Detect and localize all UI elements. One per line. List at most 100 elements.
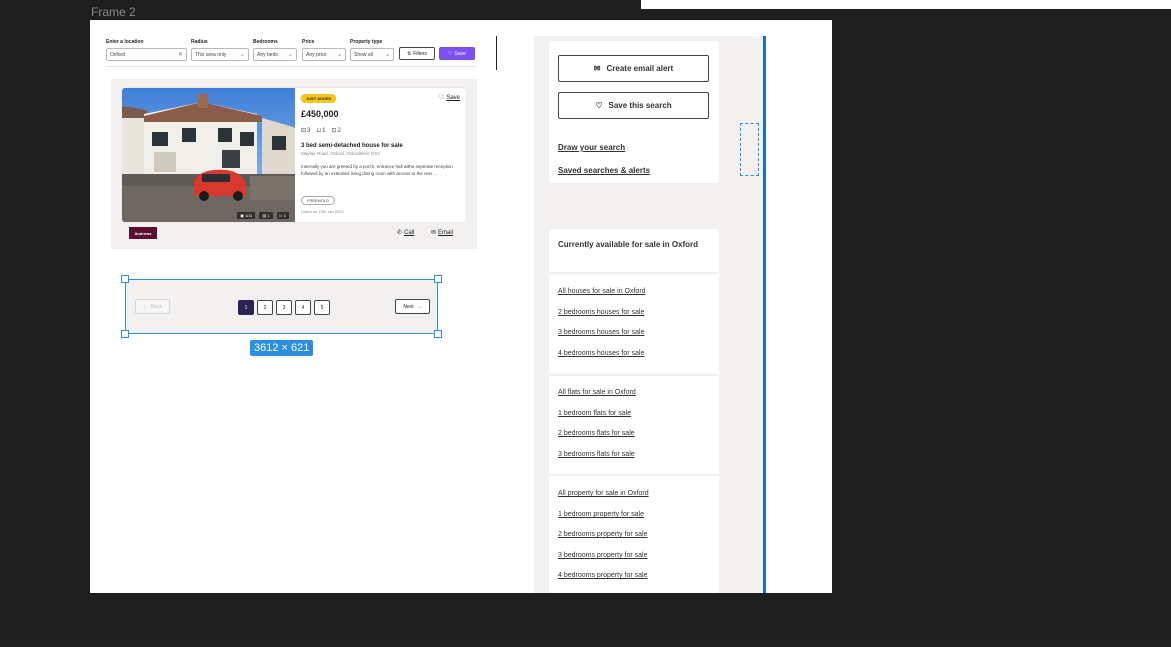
property-type-value: Show all [354, 51, 373, 58]
bedrooms-select[interactable]: Bedrooms Any beds ⌄ [253, 39, 297, 61]
save-this-search-button[interactable]: ♡ Save this search [558, 92, 709, 119]
save-search-label: Save this search [608, 101, 672, 110]
email-label: Email [438, 229, 454, 236]
just-added-badge: JUST ADDED [301, 94, 337, 103]
selection-box [125, 279, 438, 334]
photos-count: 1/11 [244, 213, 253, 218]
filters-label: Filters [413, 50, 427, 57]
baths-count: 1 [322, 127, 326, 134]
alerts-card: ✉ Create email alert ♡ Save this search … [549, 41, 719, 183]
houses-link-3bed[interactable]: 3 bedrooms houses for sale [558, 329, 644, 336]
flats-link-2bed[interactable]: 2 bedrooms flats for sale [558, 430, 635, 437]
listing-description: Internally you are greeted by a porch, e… [301, 164, 453, 176]
houses-link-4bed[interactable]: 4 bedrooms houses for sale [558, 350, 644, 357]
resize-handle-top-left[interactable] [121, 275, 129, 283]
create-email-alert-button[interactable]: ✉ Create email alert [558, 55, 709, 82]
floorplan-badge[interactable]: ▤ 1 [259, 212, 273, 219]
divider [106, 66, 476, 67]
section-divider [549, 374, 719, 376]
available-heading: Currently available for sale in Oxford [558, 240, 699, 249]
flats-link-3bed[interactable]: 3 bedrooms flats for sale [558, 451, 635, 458]
resize-handle-bottom-right[interactable] [434, 330, 442, 338]
property-card[interactable]: ▣ 1/11 ▤ 1 ▷ 1 JUST ADDED ♡ Save £450,00… [122, 88, 466, 222]
frame-label[interactable]: Frame 2 [91, 5, 136, 19]
property-link-2bed[interactable]: 2 bedrooms property for sale [558, 531, 648, 538]
photos-count-badge[interactable]: ▣ 1/11 [237, 212, 256, 219]
call-label: Call [404, 229, 415, 236]
chevron-down-icon: ⌄ [287, 52, 293, 58]
listing-title[interactable]: 3 bed semi-detached house for sale [301, 143, 403, 149]
property-type-label: Property type [350, 39, 383, 45]
price-value: Any price [306, 51, 327, 58]
property-link-4bed[interactable]: 4 bedrooms property for sale [558, 572, 648, 579]
property-photo[interactable]: ▣ 1/11 ▤ 1 ▷ 1 [122, 88, 295, 222]
property-link-3bed[interactable]: 3 bedrooms property for sale [558, 552, 648, 559]
listing-features: ⊟ 3 ⊔ 1 ⊡ 2 [301, 127, 341, 135]
price-select[interactable]: Price Any price ⌄ [302, 39, 346, 61]
receptions-feature: ⊡ 2 [331, 127, 341, 135]
resize-handle-top-right[interactable] [434, 275, 442, 283]
resize-handle-bottom-left[interactable] [121, 330, 129, 338]
radius-value: This area only [195, 51, 227, 58]
houses-link-2bed[interactable]: 2 bedrooms houses for sale [558, 309, 644, 316]
floorplan-count: 1 [267, 213, 270, 218]
radius-label: Radius [191, 39, 208, 45]
text-cursor [496, 36, 497, 70]
envelope-icon: ✉ [593, 64, 601, 73]
save-label: Save [454, 50, 466, 57]
create-alert-label: Create email alert [606, 64, 674, 73]
houses-link-all[interactable]: All houses for sale in Oxford [558, 288, 646, 295]
beds-feature: ⊟ 3 [301, 127, 311, 135]
bedrooms-value: Any beds [257, 51, 278, 58]
property-type-select[interactable]: Property type Show all ⌄ [350, 39, 394, 61]
sofa-icon: ⊡ [331, 128, 337, 134]
filters-button[interactable]: ⇅ Filters [399, 47, 435, 60]
selection-edge [763, 36, 766, 593]
radius-select[interactable]: Radius This area only ⌄ [191, 39, 249, 61]
card-save-label: Save [446, 94, 460, 101]
draw-search-link[interactable]: Draw your search [558, 143, 625, 152]
email-button[interactable]: ✉ Email [431, 229, 454, 237]
frame[interactable]: Enter a location Oxford ✕ Radius This are… [90, 20, 832, 593]
saved-searches-link[interactable]: Saved searches & alerts [558, 166, 650, 175]
baths-feature: ⊔ 1 [316, 127, 326, 135]
heart-icon: ♡ [448, 50, 453, 57]
location-input[interactable]: Oxford [110, 52, 125, 58]
sliders-icon: ⇅ [407, 50, 412, 57]
phone-icon: ✆ [397, 230, 403, 236]
clear-icon[interactable]: ✕ [178, 51, 183, 58]
offcanvas-frame-edge [641, 0, 1171, 9]
price-label: Price [302, 39, 315, 45]
agent-logo[interactable]: Andrews [129, 227, 157, 239]
video-badge[interactable]: ▷ 1 [276, 212, 289, 219]
save-search-button[interactable]: ♡ Save [439, 47, 475, 60]
receptions-count: 2 [337, 127, 341, 134]
flats-link-1bed[interactable]: 1 bedroom flats for sale [558, 410, 631, 417]
section-divider [549, 272, 719, 274]
video-count: 1 [283, 213, 286, 218]
bed-icon: ⊟ [301, 128, 307, 134]
bedrooms-label: Bedrooms [253, 39, 278, 45]
heart-icon: ♡ [595, 101, 603, 110]
property-link-all[interactable]: All property for sale in Oxford [558, 490, 649, 497]
chevron-down-icon: ⌄ [384, 52, 390, 58]
dashed-placeholder [740, 123, 759, 176]
flats-link-all[interactable]: All flats for sale in Oxford [558, 389, 636, 396]
tenure-badge: FREEHOLD [301, 196, 335, 205]
chevron-down-icon: ⌄ [239, 52, 245, 58]
listing-price: £450,000 [301, 109, 339, 119]
location-field[interactable]: Enter a location Oxford ✕ [106, 39, 187, 61]
available-for-sale-card: Currently available for sale in Oxford A… [549, 229, 719, 593]
beds-count: 3 [307, 127, 311, 134]
property-link-1bed[interactable]: 1 bedroom property for sale [558, 511, 644, 518]
card-save-button[interactable]: ♡ Save [438, 94, 460, 102]
heart-icon: ♡ [438, 95, 445, 101]
bath-icon: ⊔ [316, 128, 322, 134]
listing-address: Mayfair Road, Oxford, Oxfordshire OX4 [301, 151, 380, 156]
section-divider [549, 474, 719, 476]
call-button[interactable]: ✆ Call [397, 229, 415, 237]
design-canvas: Frame 2 Enter a location Oxford ✕ Radius … [0, 0, 1171, 647]
listed-date: Listed on 13th Jan 2024 [301, 209, 344, 214]
chevron-down-icon: ⌄ [336, 52, 342, 58]
photo-badges: ▣ 1/11 ▤ 1 ▷ 1 [237, 212, 289, 219]
